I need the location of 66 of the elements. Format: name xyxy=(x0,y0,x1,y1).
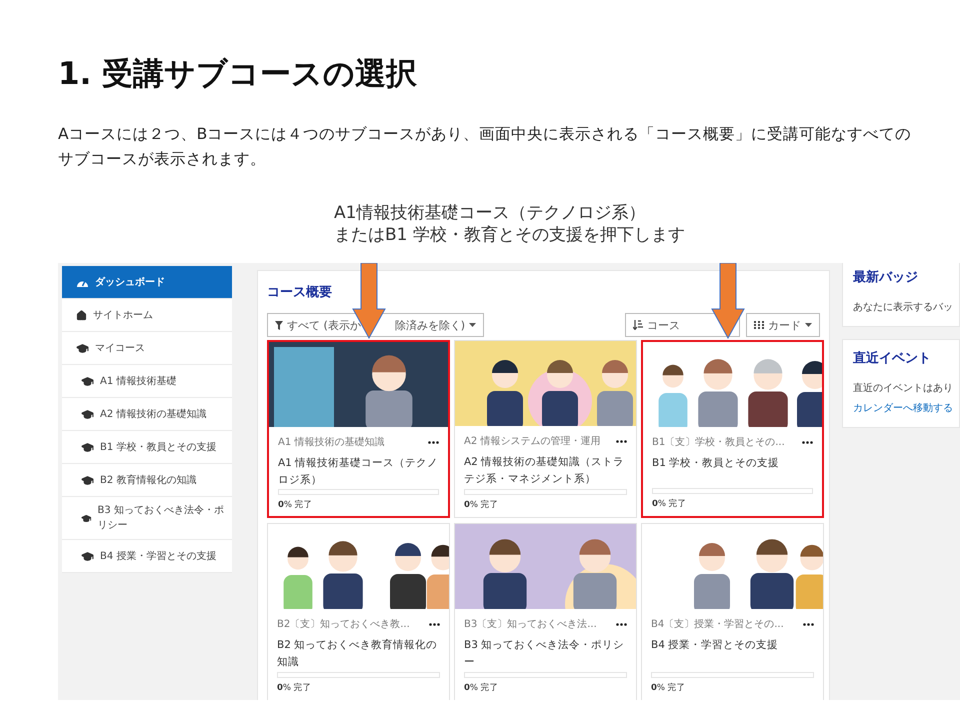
sidebar-item[interactable]: B3 知っておくべき法令・ポリシー xyxy=(62,497,232,540)
course-card[interactable]: B2〔支〕知っておくべき教... B2 知っておくべき教育情報化の知識 0% 完了 xyxy=(267,523,450,700)
graduation-cap-icon xyxy=(81,374,94,388)
graduation-cap-icon xyxy=(81,440,94,454)
block-heading: 直近イベント xyxy=(853,350,932,367)
progress-text: 0% 完了 xyxy=(464,499,500,511)
callout-text: またはB1 学校・教育とその支援を押下します xyxy=(334,224,686,246)
more-icon[interactable] xyxy=(428,440,439,444)
course-card[interactable]: A1 情報技術の基礎知識 A1 情報技術基礎コース（テクノロジ系） 0% 完了 xyxy=(267,340,450,518)
course-category: B4〔支〕授業・学習とその... xyxy=(651,618,784,631)
filter-text: すべて (表示か xyxy=(287,318,361,332)
progress-text: 0% 完了 xyxy=(277,682,313,694)
course-category: A2 情報システムの管理・運用 xyxy=(464,434,600,448)
sidebar-item[interactable]: サイトホーム xyxy=(62,299,232,332)
course-title[interactable]: A1 情報技術基礎コース（テクノロジ系） xyxy=(278,455,439,489)
grid-icon xyxy=(754,321,764,329)
graduation-cap-icon xyxy=(81,408,94,420)
graduation-cap-icon xyxy=(81,474,94,486)
sidebar-item[interactable]: マイコース xyxy=(62,332,232,365)
course-card[interactable]: B3〔支〕知っておくべき法... B3 知っておくべき法令・ポリシー 0% 完了 xyxy=(454,523,637,700)
course-title[interactable]: A2 情報技術の基礎知識（ストラテジ系・マネジメント系） xyxy=(464,454,627,488)
progress-text: 0% 完了 xyxy=(278,499,314,511)
sidebar-item[interactable]: A2 情報技術の基礎知識 xyxy=(62,398,232,431)
progress-text: 0% 完了 xyxy=(652,498,688,510)
sidebar-item[interactable]: B4 授業・学習とその支援 xyxy=(62,540,232,573)
callout-text: A1情報技術基礎コース（テクノロジ系） xyxy=(334,202,646,224)
course-card[interactable]: B1〔支〕学校・教員とその... B1 学校・教員とその支援 0% 完了 xyxy=(641,340,824,518)
more-icon[interactable] xyxy=(803,622,814,626)
course-category: A1 情報技術の基礎知識 xyxy=(278,436,384,449)
filter-text: 除済みを除く) xyxy=(394,318,466,332)
sort-icon xyxy=(633,320,643,330)
view-dropdown[interactable]: カード xyxy=(746,313,820,337)
block-text: 直近のイベントはあり xyxy=(853,382,954,395)
sidebar-item[interactable]: B1 学校・教員とその支援 xyxy=(62,431,232,464)
course-title[interactable]: B4 授業・学習とその支援 xyxy=(651,637,814,654)
course-card[interactable]: A2 情報システムの管理・運用 A2 情報技術の基礎知識（ストラテジ系・マネジメント系） 0% 完了 xyxy=(454,340,637,518)
course-title[interactable]: B3 知っておくべき法令・ポリシー xyxy=(464,637,627,671)
sidebar-item[interactable]: ダッシュボード xyxy=(62,266,232,299)
course-category: B1〔支〕学校・教員とその... xyxy=(652,436,785,449)
filter-dropdown[interactable]: すべて (表示か 除済みを除く) xyxy=(267,313,484,337)
slide-title: 1. 受講サブコースの選択 xyxy=(58,55,418,94)
sidebar-item[interactable]: A1 情報技術基礎 xyxy=(62,365,232,398)
section-heading: コース概要 xyxy=(267,284,333,301)
calendar-link[interactable]: カレンダーへ移動する xyxy=(853,401,959,415)
filter-icon xyxy=(275,320,283,330)
more-icon[interactable] xyxy=(429,622,440,626)
course-category: B3〔支〕知っておくべき法... xyxy=(464,618,597,631)
arrow-icon xyxy=(711,263,745,339)
progress-text: 0% 完了 xyxy=(464,682,500,694)
more-icon[interactable] xyxy=(616,440,627,442)
more-icon[interactable] xyxy=(802,440,813,444)
caret-icon xyxy=(805,323,812,327)
sidebar-item[interactable]: B2 教育情報化の知識 xyxy=(62,464,232,497)
caret-icon xyxy=(469,323,476,327)
intro-text: Aコースには２つ、Bコースには４つのサブコースがあり、画面中央に表示される「コース概要」に受講可能なすべてのサブコースが表示されます。 xyxy=(58,124,912,170)
graduation-cap-icon xyxy=(81,550,94,562)
course-title[interactable]: B2 知っておくべき教育情報化の知識 xyxy=(277,637,440,671)
more-icon[interactable] xyxy=(616,622,627,626)
course-category: B2〔支〕知っておくべき教... xyxy=(277,618,410,631)
home-icon xyxy=(76,310,87,320)
course-title[interactable]: B1 学校・教員とその支援 xyxy=(652,455,813,472)
course-card[interactable]: B4〔支〕授業・学習とその... B4 授業・学習とその支援 0% 完了 xyxy=(641,523,824,700)
block-heading: 最新バッジ xyxy=(853,268,919,286)
progress-text: 0% 完了 xyxy=(651,682,687,694)
block-text: あなたに表示するバッ xyxy=(853,300,954,314)
graduation-cap-icon xyxy=(76,342,89,354)
